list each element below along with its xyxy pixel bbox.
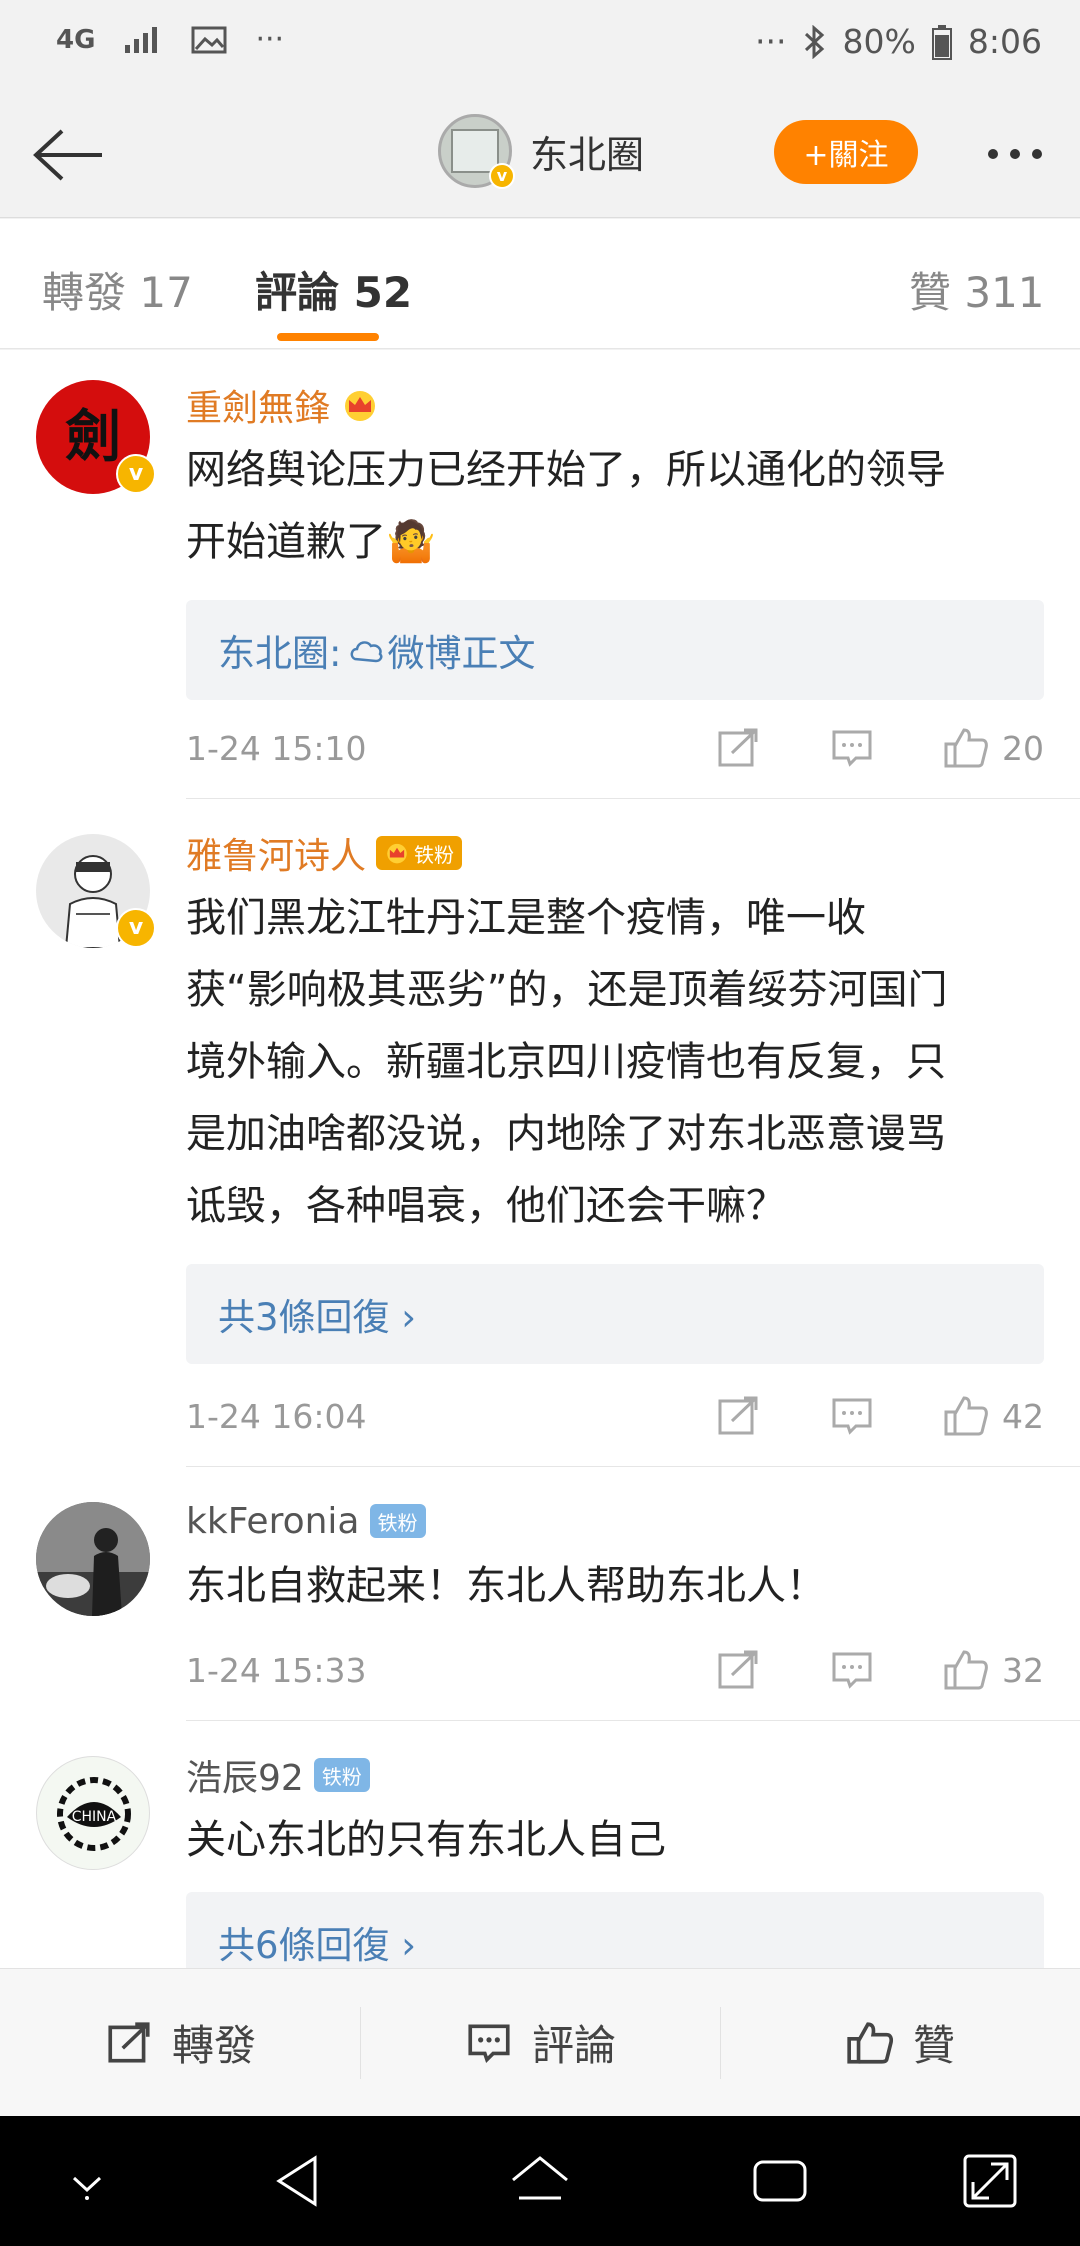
battery-icon bbox=[931, 24, 952, 60]
battery-percent: 80% bbox=[842, 22, 916, 61]
comment-label: 評論 bbox=[531, 2021, 616, 2070]
back-button[interactable] bbox=[28, 120, 108, 190]
more-status: ··· bbox=[755, 22, 787, 61]
tab-comments[interactable]: 評論 52 bbox=[255, 259, 412, 320]
account-avatar[interactable]: v bbox=[438, 114, 515, 189]
comment-time: 1-24 15:33 bbox=[186, 1650, 367, 1690]
comment-text: 网络舆论压力已经开始了，所以通化的领导 开始道歉了🤷 bbox=[186, 447, 946, 565]
like-label: 贊 bbox=[912, 2021, 955, 2070]
comment-time: 1-24 16:04 bbox=[186, 1396, 367, 1436]
fan-badge: 铁粉 bbox=[313, 1758, 370, 1792]
weibo-link-icon bbox=[351, 641, 383, 663]
repost-button[interactable]: 轉發 bbox=[0, 1969, 360, 2116]
top-nav: v 东北圈 +關注 bbox=[0, 90, 1080, 218]
status-bar: 4G ··· ··· 80% 8:06 bbox=[0, 0, 1080, 90]
home-nav-icon[interactable] bbox=[505, 2146, 575, 2216]
tab-reposts[interactable]: 轉發 17 bbox=[42, 259, 193, 320]
signal-icon bbox=[125, 26, 158, 53]
fan-badge: 铁粉 bbox=[376, 836, 463, 870]
recents-nav-icon[interactable] bbox=[745, 2146, 815, 2216]
comment-text: 我们黑龙江牡丹江是整个疫情，唯一收 获“影响极其恶劣”的，还是顶着绥芬河国门 境… bbox=[186, 895, 948, 1229]
comment-button[interactable]: 評論 bbox=[360, 1969, 720, 2116]
verified-icon: v bbox=[116, 908, 156, 948]
account-name: 东北圈 bbox=[530, 132, 645, 177]
more-options-button[interactable] bbox=[975, 134, 1055, 174]
more-dots-icon bbox=[988, 149, 998, 159]
expand-icon[interactable] bbox=[955, 2146, 1025, 2216]
like-count: 32 bbox=[1002, 1650, 1044, 1690]
bluetooth-icon bbox=[804, 24, 824, 59]
commenter-name[interactable]: 重劍無鋒 bbox=[186, 379, 330, 431]
comment-text: 关心东北的只有东北人自己 bbox=[186, 1817, 666, 1863]
crown-icon bbox=[387, 843, 407, 864]
tab-likes[interactable]: 贊 311 bbox=[909, 259, 1045, 320]
like-count: 42 bbox=[1002, 1396, 1044, 1436]
commenter-name[interactable]: 浩辰92 bbox=[186, 1749, 304, 1801]
hide-keyboard-icon[interactable] bbox=[52, 2146, 122, 2216]
replies-link[interactable]: 共3條回復 › bbox=[186, 1264, 1044, 1364]
source-post-box[interactable]: 东北圈: 微博正文 bbox=[186, 600, 1044, 700]
comment-list[interactable]: 劍 v 重劍無鋒 网络舆论压力已经开始了，所以通化的领导 开始道歉了🤷 东北圈: bbox=[0, 350, 1080, 1968]
active-tab-indicator bbox=[277, 333, 379, 341]
svg-text:CHINA: CHINA bbox=[72, 1809, 117, 1825]
comment-icon bbox=[468, 2024, 510, 2063]
system-nav-bar bbox=[0, 2116, 1080, 2246]
like-icon[interactable] bbox=[942, 724, 990, 772]
crown-icon bbox=[345, 391, 376, 421]
replies-link[interactable]: 共6條回復 › bbox=[186, 1892, 1044, 1968]
like-icon[interactable] bbox=[942, 1392, 990, 1440]
comment-icon[interactable] bbox=[828, 1392, 876, 1440]
commenter-name[interactable]: kkFeronia bbox=[186, 1501, 360, 1542]
repost-label: 轉發 bbox=[171, 2021, 256, 2070]
repost-icon[interactable] bbox=[714, 1392, 762, 1440]
comment-icon[interactable] bbox=[828, 1646, 876, 1694]
svg-text:劍: 劍 bbox=[65, 404, 121, 470]
verified-icon: v bbox=[489, 163, 515, 189]
back-nav-icon[interactable] bbox=[265, 2146, 335, 2216]
avatar[interactable] bbox=[36, 1502, 150, 1616]
like-icon[interactable] bbox=[942, 1646, 990, 1694]
comment-meta: 1-24 15:10 20 bbox=[186, 720, 1044, 776]
network-indicator: 4G bbox=[56, 24, 96, 55]
bottom-action-bar: 轉發 評論 贊 bbox=[0, 1968, 1080, 2116]
comment-icon[interactable] bbox=[828, 724, 876, 772]
gallery-icon bbox=[191, 26, 227, 53]
account-title[interactable]: v 东北圈 bbox=[438, 114, 645, 189]
tab-bar: 轉發 17 評論 52 贊 311 bbox=[0, 219, 1080, 349]
fan-badge: 铁粉 bbox=[369, 1504, 426, 1538]
like-count: 20 bbox=[1002, 728, 1044, 768]
follow-button[interactable]: +關注 bbox=[774, 120, 918, 184]
repost-icon bbox=[108, 2021, 150, 2063]
avatar[interactable]: 劍 v bbox=[36, 380, 156, 494]
comment-text: 东北自救起来！东北人帮助东北人！ bbox=[186, 1563, 826, 1609]
comment-time: 1-24 15:10 bbox=[186, 728, 367, 768]
comment-meta: 1-24 15:33 32 bbox=[186, 1642, 1044, 1698]
commenter-name[interactable]: 雅鲁河诗人 bbox=[186, 827, 366, 879]
verified-icon: v bbox=[116, 454, 156, 494]
source-account[interactable]: 东北圈: bbox=[218, 623, 341, 677]
like-icon bbox=[847, 2021, 894, 2064]
comment-meta: 1-24 16:04 42 bbox=[186, 1388, 1044, 1444]
repost-icon[interactable] bbox=[714, 724, 762, 772]
repost-icon[interactable] bbox=[714, 1646, 762, 1694]
clock: 8:06 bbox=[967, 22, 1042, 61]
like-button[interactable]: 贊 bbox=[720, 1969, 1080, 2116]
back-arrow-icon bbox=[33, 129, 102, 181]
weibo-post-link[interactable]: 微博正文 bbox=[387, 623, 535, 677]
avatar[interactable]: CHINA bbox=[36, 1756, 150, 1870]
avatar[interactable]: v bbox=[36, 834, 156, 948]
more-notifications: ··· bbox=[255, 22, 285, 57]
